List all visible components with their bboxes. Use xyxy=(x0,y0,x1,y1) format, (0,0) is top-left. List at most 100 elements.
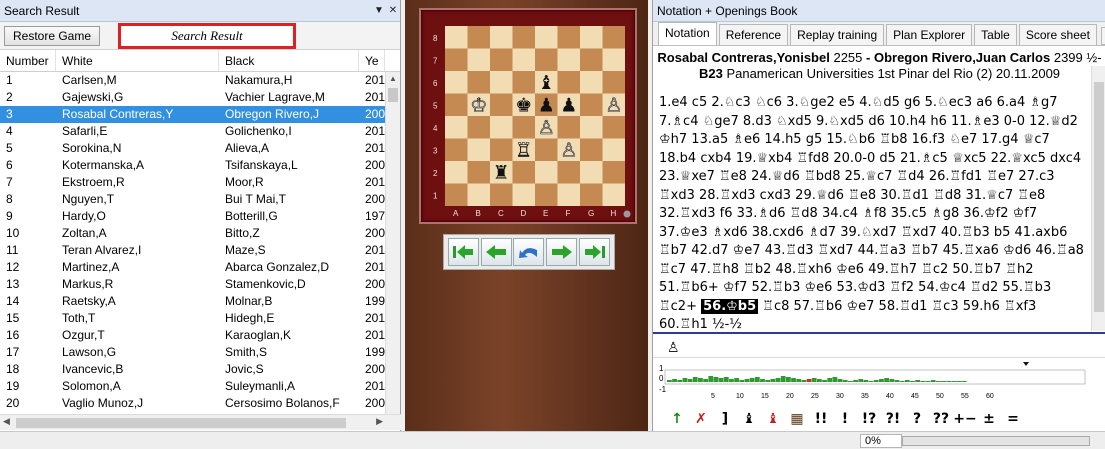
board-square[interactable] xyxy=(490,116,513,139)
board-square[interactable] xyxy=(467,71,491,94)
board-square[interactable] xyxy=(512,116,536,139)
first-move-button[interactable] xyxy=(447,238,479,266)
chess-piece-h5[interactable]: ♙ xyxy=(605,94,623,117)
board-square[interactable] xyxy=(580,161,603,184)
scroll-thumb[interactable] xyxy=(1094,82,1104,312)
annotation-symbol-button[interactable]: ♝ xyxy=(737,411,761,427)
board-square[interactable] xyxy=(602,48,626,72)
board-square[interactable] xyxy=(467,161,491,184)
chess-piece-e6[interactable]: ♝ xyxy=(538,72,555,94)
chess-piece-f5[interactable]: ♟ xyxy=(560,95,577,117)
table-row[interactable]: 19 Solomon,A Suleymanli,A 201 xyxy=(0,378,386,395)
board-square[interactable] xyxy=(512,48,536,72)
board-square[interactable] xyxy=(557,116,581,139)
table-row[interactable]: 10 Zoltan,A Bitto,Z 200 xyxy=(0,225,386,242)
board-square[interactable] xyxy=(445,48,468,72)
board-square[interactable] xyxy=(557,48,581,72)
board-square[interactable] xyxy=(512,183,536,207)
board-square[interactable] xyxy=(557,161,581,184)
table-row[interactable]: 7 Ekstroem,R Moor,R 201 xyxy=(0,174,386,191)
board-square[interactable] xyxy=(557,183,581,207)
board-square[interactable] xyxy=(557,26,581,49)
table-row[interactable]: 13 Markus,R Stamenkovic,D 200 xyxy=(0,276,386,293)
board-square[interactable] xyxy=(602,71,626,94)
table-row[interactable]: 12 Martinez,A Abarca Gonzalez,D 201 xyxy=(0,259,386,276)
last-move-button[interactable] xyxy=(579,238,611,266)
board-square[interactable] xyxy=(467,48,491,72)
chess-piece-b5[interactable]: ♔ xyxy=(470,94,488,117)
table-row[interactable]: 17 Lawson,G Smith,S 199 xyxy=(0,344,386,361)
move-notation[interactable]: 1.e4 c5 2.♘c3 ♘c6 3.♘ge2 e5 4.♘d5 g6 5.♘… xyxy=(653,90,1091,330)
column-header-black[interactable]: Black xyxy=(219,50,359,71)
notation-scrollbar[interactable] xyxy=(1091,66,1105,331)
table-row[interactable]: 3 Rosabal Contreras,Y Obregon Rivero,J 200 xyxy=(0,106,386,123)
board-square[interactable] xyxy=(490,48,513,72)
tab-scroll-left-icon[interactable]: ◀ xyxy=(1100,27,1105,45)
table-row[interactable]: 18 Ivancevic,B Jovic,S 200 xyxy=(0,361,386,378)
board-square[interactable] xyxy=(535,48,558,72)
tab-reference[interactable]: Reference xyxy=(718,24,789,45)
scroll-right-icon[interactable]: ▶ xyxy=(376,416,383,427)
column-header-number[interactable]: Number xyxy=(0,50,56,71)
annotation-symbol-button[interactable]: ! xyxy=(833,411,857,427)
board-square[interactable] xyxy=(467,138,491,162)
column-header-white[interactable]: White xyxy=(56,50,219,71)
board-square[interactable] xyxy=(580,183,603,207)
board-square[interactable] xyxy=(445,71,468,94)
board-square[interactable] xyxy=(490,26,513,49)
annotation-symbol-button[interactable]: ? xyxy=(905,411,929,427)
board-square[interactable] xyxy=(512,161,536,184)
scroll-up-icon[interactable]: ▲ xyxy=(386,72,400,86)
pawn-icon[interactable]: ♙ xyxy=(667,339,680,356)
next-move-button[interactable] xyxy=(546,238,578,266)
annotation-symbol-button[interactable]: ?? xyxy=(929,411,953,427)
board-square[interactable] xyxy=(535,26,558,49)
search-result-field[interactable]: Search Result xyxy=(118,23,296,49)
table-row[interactable]: 14 Raetsky,A Molnar,B 199 xyxy=(0,293,386,310)
board-square[interactable] xyxy=(490,183,513,207)
tab-score-sheet[interactable]: Score sheet xyxy=(1018,24,1097,45)
chess-piece-f3[interactable]: ♙ xyxy=(560,139,578,162)
column-header-year[interactable]: Ye xyxy=(359,50,385,71)
annotation-symbol-button[interactable]: !? xyxy=(857,411,881,427)
board-square[interactable] xyxy=(557,71,581,94)
annotation-symbol-button[interactable]: ✗ xyxy=(689,411,713,427)
undo-move-button[interactable] xyxy=(513,238,545,266)
board-square[interactable] xyxy=(580,93,603,117)
tab-replay-training[interactable]: Replay training xyxy=(790,24,885,45)
board-square[interactable] xyxy=(445,93,468,117)
chess-board-svg[interactable]: 87654321A B C D E F G H♔ ♚♝♟ ♟ ♙♙♖ ♙♜ xyxy=(421,10,635,222)
scroll-thumb[interactable] xyxy=(388,88,398,102)
board-square[interactable] xyxy=(490,138,513,162)
current-move[interactable]: 56.♔b5 xyxy=(701,298,759,314)
board-square[interactable] xyxy=(490,93,513,117)
board-square[interactable] xyxy=(602,183,626,207)
chess-piece-c2[interactable]: ♜ xyxy=(493,162,510,184)
chess-piece-e5[interactable]: ♟ xyxy=(538,95,555,117)
previous-move-button[interactable] xyxy=(480,238,512,266)
tab-plan-explorer[interactable]: Plan Explorer xyxy=(886,24,973,45)
evaluation-graph[interactable]: 10 -1 5 10 15 20 25 30 35 40 45 50 55 60 xyxy=(659,362,1093,400)
annotation-symbol-button[interactable]: ?! xyxy=(881,411,905,427)
chess-piece-d5[interactable]: ♚ xyxy=(515,95,532,117)
board-square[interactable] xyxy=(535,183,558,207)
board-square[interactable] xyxy=(602,161,626,184)
board-square[interactable] xyxy=(445,161,468,184)
table-row[interactable]: 6 Kotermanska,A Tsifanskaya,L 200 xyxy=(0,157,386,174)
horizontal-scrollbar[interactable]: ◀ ▶ xyxy=(0,414,401,430)
board-square[interactable] xyxy=(602,138,626,162)
chess-piece-e4[interactable]: ♙ xyxy=(537,117,555,140)
scroll-thumb[interactable] xyxy=(16,418,346,428)
annotation-symbol-button[interactable]: ♝ xyxy=(761,411,785,427)
moves-before[interactable]: 1.e4 c5 2.♘c3 ♘c6 3.♘ge2 e5 4.♘d5 g6 5.♘… xyxy=(659,95,1084,314)
board-square[interactable] xyxy=(445,183,468,207)
annotation-symbol-button[interactable]: +− xyxy=(953,411,977,427)
annotation-symbol-button[interactable]: = xyxy=(1001,411,1025,427)
board-square[interactable] xyxy=(580,138,603,162)
board-square[interactable] xyxy=(580,116,603,139)
annotation-symbol-button[interactable]: ± xyxy=(977,411,1001,427)
table-row[interactable]: 4 Safarli,E Golichenko,I 201 xyxy=(0,123,386,140)
table-row[interactable]: 11 Teran Alvarez,I Maze,S 201 xyxy=(0,242,386,259)
board-square[interactable] xyxy=(535,161,558,184)
annotation-symbol-button[interactable]: !! xyxy=(809,411,833,427)
